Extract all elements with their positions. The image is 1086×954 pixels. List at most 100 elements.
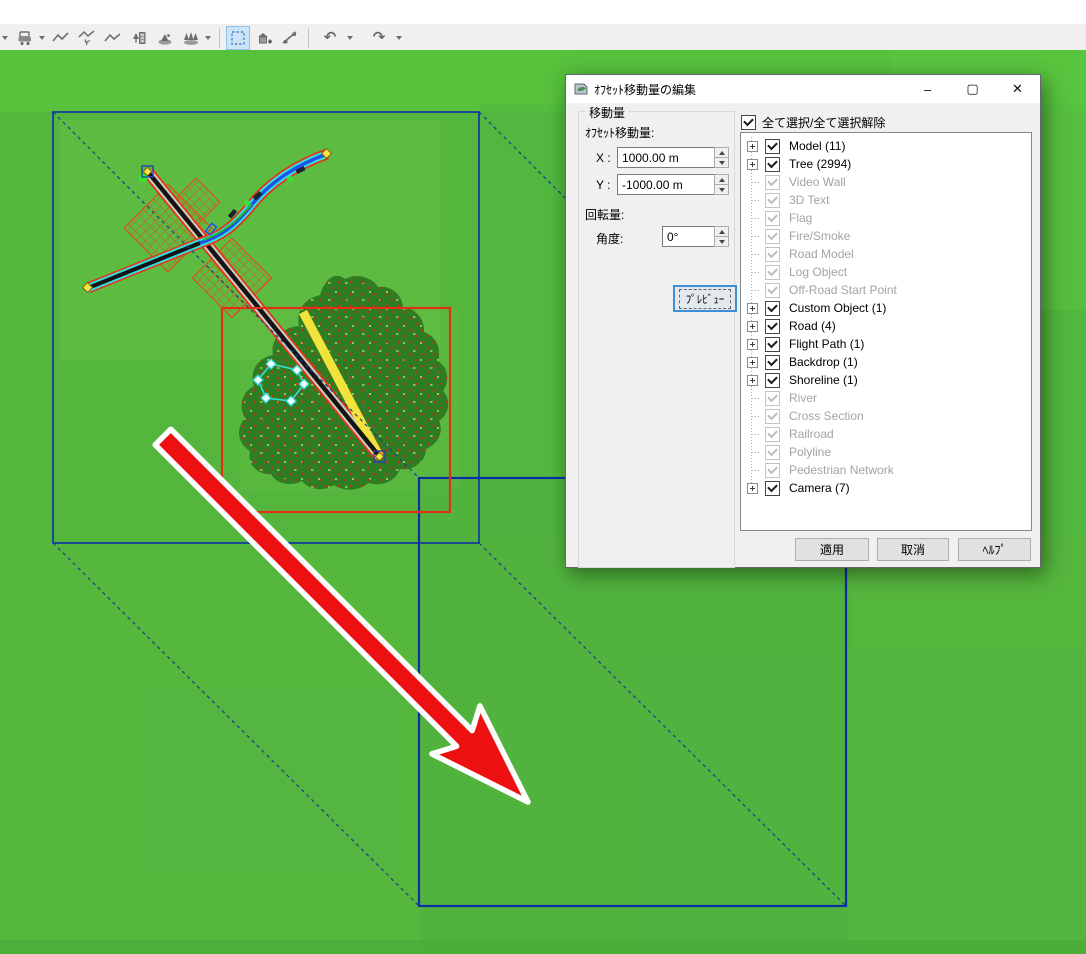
building-add-icon [255, 29, 273, 47]
checkbox[interactable] [765, 265, 780, 280]
undo-icon: ↶ [324, 30, 337, 45]
expand-icon[interactable] [747, 357, 758, 368]
tree-item-fire-smoke[interactable]: Fire/Smoke [741, 227, 1031, 245]
tree-item-railroad[interactable]: Railroad [741, 425, 1031, 443]
flight-path-tool-button[interactable] [75, 26, 99, 50]
vehicle-dropdown-icon[interactable] [39, 26, 47, 50]
tree-item-custom-object[interactable]: Custom Object (1) [741, 299, 1031, 317]
model-building-icon [130, 29, 148, 47]
expand-icon[interactable] [747, 303, 758, 314]
tree-item-polyline[interactable]: Polyline [741, 443, 1031, 461]
angle-input[interactable]: 0° [662, 226, 716, 247]
tree-item-pedestrian-network[interactable]: Pedestrian Network [741, 461, 1031, 479]
checkbox[interactable] [765, 319, 780, 334]
polyline-alt-tool-button[interactable] [101, 26, 125, 50]
cross-section-icon [281, 29, 299, 47]
y-spin-up-icon[interactable] [714, 174, 729, 184]
checkbox[interactable] [765, 409, 780, 424]
checkbox[interactable] [765, 157, 780, 172]
checkbox[interactable] [765, 481, 780, 496]
tree-item-camera[interactable]: Camera (7) [741, 479, 1031, 497]
cross-section-tool-button[interactable] [278, 26, 302, 50]
dialog-icon [573, 81, 589, 97]
x-spin-up-icon[interactable] [714, 147, 729, 157]
checkbox[interactable] [765, 427, 780, 442]
expand-icon[interactable] [747, 339, 758, 350]
checkbox[interactable] [765, 139, 780, 154]
expand-icon[interactable] [747, 483, 758, 494]
tree-item-road-model[interactable]: Road Model [741, 245, 1031, 263]
checkbox[interactable] [765, 355, 780, 370]
y-spinner[interactable] [714, 174, 729, 195]
apply-button[interactable]: 適用 [795, 538, 869, 561]
polyline-tool-button[interactable] [49, 26, 73, 50]
checkbox[interactable] [765, 193, 780, 208]
select-all-checkbox-row[interactable]: 全て選択/全て選択解除 [741, 114, 885, 131]
x-input[interactable]: 1000.00 m [617, 147, 716, 168]
x-spin-down-icon[interactable] [714, 157, 729, 168]
expand-icon[interactable] [747, 321, 758, 332]
tree-item-3d-text[interactable]: 3D Text [741, 191, 1031, 209]
vehicle-icon [16, 29, 34, 47]
checkbox[interactable] [765, 175, 780, 190]
rect-select-tool-button[interactable] [226, 26, 250, 50]
tree-item-flight-path[interactable]: Flight Path (1) [741, 335, 1031, 353]
dialog-titlebar[interactable]: ｵﾌｾｯﾄ移動量の編集 – ▢ ✕ [566, 75, 1040, 103]
main-toolbar: ↶ ↷ [0, 24, 1086, 52]
model-building-tool-button[interactable] [127, 26, 151, 50]
overflow-dropdown-icon[interactable] [1, 26, 11, 50]
vehicle-tool-button[interactable] [13, 26, 37, 50]
angle-spin-up-icon[interactable] [714, 226, 729, 236]
forest-tool-button[interactable] [179, 26, 203, 50]
checkbox[interactable] [765, 337, 780, 352]
maximize-button[interactable]: ▢ [950, 75, 995, 103]
cancel-button[interactable]: 取消 [877, 538, 949, 561]
checkbox[interactable] [765, 229, 780, 244]
undo-dropdown-icon[interactable] [347, 26, 355, 50]
angle-spinner[interactable] [714, 226, 729, 247]
undo-button[interactable]: ↶ [315, 26, 345, 50]
checkbox[interactable] [765, 373, 780, 388]
tree-item-tree[interactable]: Tree (2994) [741, 155, 1031, 173]
terrain-tool-button[interactable] [153, 26, 177, 50]
checkbox[interactable] [765, 283, 780, 298]
redo-dropdown-icon[interactable] [396, 26, 404, 50]
expand-icon[interactable] [747, 141, 758, 152]
tree-item-flag[interactable]: Flag [741, 209, 1031, 227]
y-input[interactable]: -1000.00 m [617, 174, 716, 195]
angle-spin-down-icon[interactable] [714, 236, 729, 247]
checkbox[interactable] [765, 301, 780, 316]
checkbox[interactable] [765, 391, 780, 406]
expand-icon[interactable] [747, 375, 758, 386]
tree-item-backdrop[interactable]: Backdrop (1) [741, 353, 1031, 371]
checkbox[interactable] [765, 211, 780, 226]
tree-item-cross-section[interactable]: Cross Section [741, 407, 1031, 425]
tree-item-video-wall[interactable]: Video Wall [741, 173, 1031, 191]
tree-item-shoreline[interactable]: Shoreline (1) [741, 371, 1031, 389]
toolbar-separator [219, 28, 220, 48]
tree-item-off-road-start-point[interactable]: Off-Road Start Point [741, 281, 1031, 299]
expand-icon[interactable] [747, 159, 758, 170]
help-button[interactable]: ﾍﾙﾌﾟ [958, 538, 1031, 561]
tree-item-model[interactable]: Model (11) [741, 137, 1031, 155]
redo-button[interactable]: ↷ [364, 26, 394, 50]
close-button[interactable]: ✕ [995, 75, 1040, 103]
offset-amount-label: ｵﾌｾｯﾄ移動量: [585, 124, 654, 141]
object-type-list[interactable]: Model (11) Tree (2994) Video Wall 3D Tex… [740, 132, 1032, 531]
forest-dropdown-icon[interactable] [205, 26, 213, 50]
checkbox[interactable] [765, 445, 780, 460]
building-add-tool-button[interactable] [252, 26, 276, 50]
checkbox[interactable] [765, 247, 780, 262]
tree-item-road[interactable]: Road (4) [741, 317, 1031, 335]
y-spin-down-icon[interactable] [714, 184, 729, 195]
redo-icon: ↷ [373, 30, 386, 45]
preview-button[interactable]: ﾌﾟﾚﾋﾞｭｰ [673, 285, 737, 312]
tree-item-river[interactable]: River [741, 389, 1031, 407]
flight-path-icon [78, 29, 96, 47]
x-spinner[interactable] [714, 147, 729, 168]
dialog-title: ｵﾌｾｯﾄ移動量の編集 [594, 81, 696, 98]
tree-item-log-object[interactable]: Log Object [741, 263, 1031, 281]
select-all-checkbox[interactable] [741, 115, 756, 130]
minimize-button[interactable]: – [905, 75, 950, 103]
checkbox[interactable] [765, 463, 780, 478]
